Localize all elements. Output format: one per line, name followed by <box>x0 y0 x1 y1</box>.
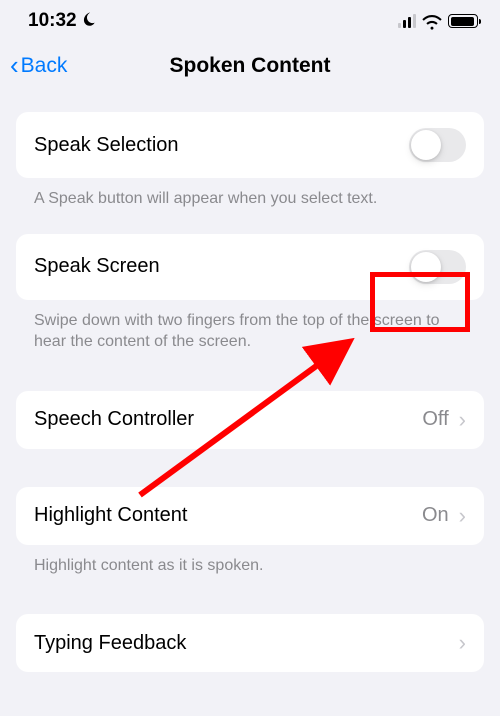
content-area: Speak Selection A Speak button will appe… <box>0 88 500 672</box>
toggle-knob <box>411 252 441 282</box>
chevron-right-icon: › <box>459 503 466 529</box>
highlight-content-footer: Highlight content as it is spoken. <box>16 545 484 577</box>
speech-controller-value: Off <box>422 408 448 431</box>
wifi-icon <box>422 14 442 28</box>
speech-controller-disclosure: Off › <box>422 407 466 433</box>
typing-feedback-cell[interactable]: Typing Feedback › <box>16 614 484 672</box>
battery-icon <box>448 14 478 28</box>
speech-controller-label: Speech Controller <box>34 408 194 431</box>
highlight-content-label: Highlight Content <box>34 504 187 527</box>
status-right <box>398 14 478 28</box>
status-time-group: 10:32 <box>28 10 97 32</box>
highlight-content-cell[interactable]: Highlight Content On › <box>16 487 484 545</box>
speak-screen-label: Speak Screen <box>34 255 160 278</box>
typing-feedback-disclosure: › <box>459 630 466 656</box>
back-button[interactable]: ‹ Back <box>10 54 67 78</box>
speak-selection-footer: A Speak button will appear when you sele… <box>16 178 484 210</box>
toggle-knob <box>411 130 441 160</box>
highlight-content-value: On <box>422 504 449 527</box>
speak-screen-toggle[interactable] <box>409 250 466 284</box>
status-bar: 10:32 <box>0 0 500 38</box>
speak-screen-footer: Swipe down with two fingers from the top… <box>16 300 484 353</box>
status-time: 10:32 <box>28 10 77 32</box>
speak-screen-cell[interactable]: Speak Screen <box>16 234 484 300</box>
do-not-disturb-icon <box>81 11 97 31</box>
cellular-signal-icon <box>398 14 416 28</box>
speak-selection-cell[interactable]: Speak Selection <box>16 112 484 178</box>
speak-selection-toggle[interactable] <box>409 128 466 162</box>
chevron-left-icon: ‹ <box>10 52 19 78</box>
typing-feedback-label: Typing Feedback <box>34 632 186 655</box>
highlight-content-disclosure: On › <box>422 503 466 529</box>
speak-selection-label: Speak Selection <box>34 134 179 157</box>
chevron-right-icon: › <box>459 407 466 433</box>
chevron-right-icon: › <box>459 630 466 656</box>
nav-header: ‹ Back Spoken Content <box>0 38 500 88</box>
speech-controller-cell[interactable]: Speech Controller Off › <box>16 391 484 449</box>
page-title: Spoken Content <box>0 54 500 78</box>
back-label: Back <box>21 54 68 78</box>
